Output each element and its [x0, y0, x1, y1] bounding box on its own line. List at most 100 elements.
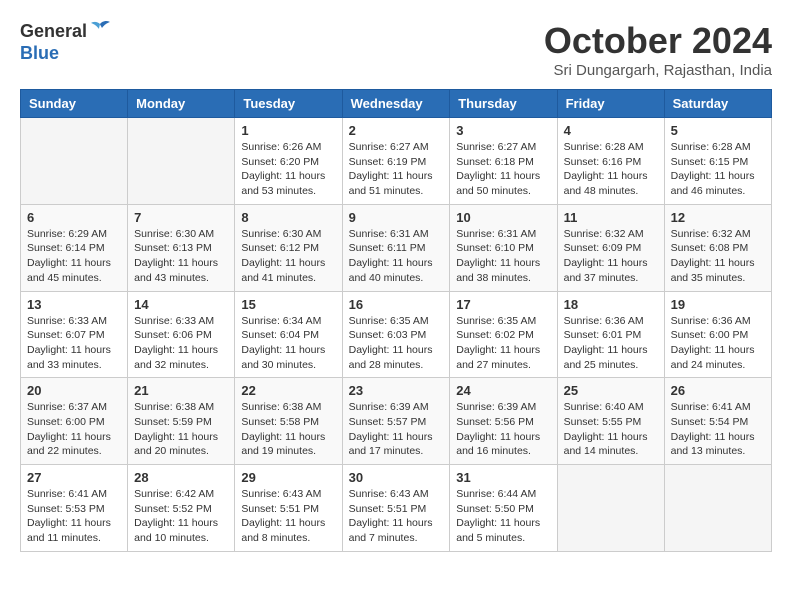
day-number: 16: [349, 297, 444, 312]
day-number: 15: [241, 297, 335, 312]
calendar-cell: 10 Sunrise: 6:31 AM Sunset: 6:10 PM Dayli…: [450, 204, 557, 291]
calendar-cell: 24 Sunrise: 6:39 AM Sunset: 5:56 PM Dayli…: [450, 378, 557, 465]
day-info: Sunrise: 6:43 AM Sunset: 5:51 PM Dayligh…: [241, 487, 335, 546]
day-info: Sunrise: 6:41 AM Sunset: 5:53 PM Dayligh…: [27, 487, 121, 546]
logo-bird-icon: [89, 20, 111, 43]
weekday-header-friday: Friday: [557, 90, 664, 118]
day-info: Sunrise: 6:44 AM Sunset: 5:50 PM Dayligh…: [456, 487, 550, 546]
calendar-cell: 7 Sunrise: 6:30 AM Sunset: 6:13 PM Daylig…: [128, 204, 235, 291]
page-header: General Blue October 2024 Sri Dungargarh…: [20, 20, 772, 79]
day-number: 24: [456, 383, 550, 398]
calendar-cell: 12 Sunrise: 6:32 AM Sunset: 6:08 PM Dayli…: [664, 204, 771, 291]
location: Sri Dungargarh, Rajasthan, India: [544, 62, 772, 79]
calendar-table: SundayMondayTuesdayWednesdayThursdayFrid…: [20, 89, 772, 552]
calendar-cell: 19 Sunrise: 6:36 AM Sunset: 6:00 PM Dayli…: [664, 291, 771, 378]
day-info: Sunrise: 6:30 AM Sunset: 6:12 PM Dayligh…: [241, 227, 335, 286]
day-number: 19: [671, 297, 765, 312]
day-info: Sunrise: 6:41 AM Sunset: 5:54 PM Dayligh…: [671, 400, 765, 459]
calendar-cell: [664, 465, 771, 552]
day-number: 27: [27, 470, 121, 485]
day-number: 25: [564, 383, 658, 398]
day-info: Sunrise: 6:30 AM Sunset: 6:13 PM Dayligh…: [134, 227, 228, 286]
calendar-cell: 18Sunrise: 6:36 AM Sunset: 6:01 PM Dayli…: [557, 291, 664, 378]
day-number: 7: [134, 210, 228, 225]
calendar-cell: 5Sunrise: 6:28 AM Sunset: 6:15 PM Daylig…: [664, 118, 771, 205]
calendar-cell: 29 Sunrise: 6:43 AM Sunset: 5:51 PM Dayli…: [235, 465, 342, 552]
calendar-cell: 9Sunrise: 6:31 AM Sunset: 6:11 PM Daylig…: [342, 204, 450, 291]
day-number: 1: [241, 123, 335, 138]
day-number: 4: [564, 123, 658, 138]
calendar-week-5: 27 Sunrise: 6:41 AM Sunset: 5:53 PM Dayli…: [21, 465, 772, 552]
calendar-cell: 3Sunrise: 6:27 AM Sunset: 6:18 PM Daylig…: [450, 118, 557, 205]
calendar-cell: 25 Sunrise: 6:40 AM Sunset: 5:55 PM Dayli…: [557, 378, 664, 465]
day-info: Sunrise: 6:28 AM Sunset: 6:16 PM Dayligh…: [564, 140, 658, 199]
day-info: Sunrise: 6:33 AM Sunset: 6:06 PM Dayligh…: [134, 314, 228, 373]
day-info: Sunrise: 6:39 AM Sunset: 5:56 PM Dayligh…: [456, 400, 550, 459]
day-number: 12: [671, 210, 765, 225]
calendar-cell: 4 Sunrise: 6:28 AM Sunset: 6:16 PM Daylig…: [557, 118, 664, 205]
day-number: 9: [349, 210, 444, 225]
day-number: 20: [27, 383, 121, 398]
weekday-header-tuesday: Tuesday: [235, 90, 342, 118]
day-info: Sunrise: 6:33 AM Sunset: 6:07 PM Dayligh…: [27, 314, 121, 373]
title-block: October 2024 Sri Dungargarh, Rajasthan, …: [544, 20, 772, 79]
weekday-header-wednesday: Wednesday: [342, 90, 450, 118]
calendar-cell: 31 Sunrise: 6:44 AM Sunset: 5:50 PM Dayli…: [450, 465, 557, 552]
month-title: October 2024: [544, 20, 772, 62]
calendar-cell: 22Sunrise: 6:38 AM Sunset: 5:58 PM Dayli…: [235, 378, 342, 465]
calendar-cell: 13Sunrise: 6:33 AM Sunset: 6:07 PM Dayli…: [21, 291, 128, 378]
calendar-cell: 21Sunrise: 6:38 AM Sunset: 5:59 PM Dayli…: [128, 378, 235, 465]
day-info: Sunrise: 6:31 AM Sunset: 6:10 PM Dayligh…: [456, 227, 550, 286]
calendar-cell: [128, 118, 235, 205]
day-number: 23: [349, 383, 444, 398]
calendar-week-3: 13Sunrise: 6:33 AM Sunset: 6:07 PM Dayli…: [21, 291, 772, 378]
weekday-header-monday: Monday: [128, 90, 235, 118]
day-info: Sunrise: 6:34 AM Sunset: 6:04 PM Dayligh…: [241, 314, 335, 373]
day-number: 18: [564, 297, 658, 312]
day-number: 17: [456, 297, 550, 312]
calendar-cell: 26Sunrise: 6:41 AM Sunset: 5:54 PM Dayli…: [664, 378, 771, 465]
calendar-cell: 30Sunrise: 6:43 AM Sunset: 5:51 PM Dayli…: [342, 465, 450, 552]
logo: General Blue: [20, 20, 111, 64]
day-number: 5: [671, 123, 765, 138]
calendar-cell: 6Sunrise: 6:29 AM Sunset: 6:14 PM Daylig…: [21, 204, 128, 291]
day-number: 29: [241, 470, 335, 485]
weekday-header-row: SundayMondayTuesdayWednesdayThursdayFrid…: [21, 90, 772, 118]
calendar-cell: 23 Sunrise: 6:39 AM Sunset: 5:57 PM Dayli…: [342, 378, 450, 465]
day-number: 14: [134, 297, 228, 312]
day-info: Sunrise: 6:35 AM Sunset: 6:03 PM Dayligh…: [349, 314, 444, 373]
calendar-cell: [557, 465, 664, 552]
day-number: 22: [241, 383, 335, 398]
day-number: 28: [134, 470, 228, 485]
calendar-cell: 27 Sunrise: 6:41 AM Sunset: 5:53 PM Dayli…: [21, 465, 128, 552]
day-info: Sunrise: 6:40 AM Sunset: 5:55 PM Dayligh…: [564, 400, 658, 459]
calendar-cell: 16 Sunrise: 6:35 AM Sunset: 6:03 PM Dayli…: [342, 291, 450, 378]
logo-general-text: General: [20, 21, 87, 42]
calendar-cell: 28 Sunrise: 6:42 AM Sunset: 5:52 PM Dayli…: [128, 465, 235, 552]
day-info: Sunrise: 6:32 AM Sunset: 6:09 PM Dayligh…: [564, 227, 658, 286]
day-info: Sunrise: 6:26 AM Sunset: 6:20 PM Dayligh…: [241, 140, 335, 199]
day-number: 3: [456, 123, 550, 138]
weekday-header-saturday: Saturday: [664, 90, 771, 118]
weekday-header-sunday: Sunday: [21, 90, 128, 118]
day-info: Sunrise: 6:36 AM Sunset: 6:00 PM Dayligh…: [671, 314, 765, 373]
calendar-week-2: 6Sunrise: 6:29 AM Sunset: 6:14 PM Daylig…: [21, 204, 772, 291]
day-info: Sunrise: 6:37 AM Sunset: 6:00 PM Dayligh…: [27, 400, 121, 459]
day-number: 8: [241, 210, 335, 225]
day-info: Sunrise: 6:42 AM Sunset: 5:52 PM Dayligh…: [134, 487, 228, 546]
calendar-cell: 2Sunrise: 6:27 AM Sunset: 6:19 PM Daylig…: [342, 118, 450, 205]
day-number: 21: [134, 383, 228, 398]
calendar-cell: 15 Sunrise: 6:34 AM Sunset: 6:04 PM Dayli…: [235, 291, 342, 378]
day-info: Sunrise: 6:32 AM Sunset: 6:08 PM Dayligh…: [671, 227, 765, 286]
day-number: 30: [349, 470, 444, 485]
day-info: Sunrise: 6:35 AM Sunset: 6:02 PM Dayligh…: [456, 314, 550, 373]
calendar-week-1: 1 Sunrise: 6:26 AM Sunset: 6:20 PM Daylig…: [21, 118, 772, 205]
day-info: Sunrise: 6:39 AM Sunset: 5:57 PM Dayligh…: [349, 400, 444, 459]
logo-blue-text: Blue: [20, 43, 59, 64]
weekday-header-thursday: Thursday: [450, 90, 557, 118]
calendar-cell: 14 Sunrise: 6:33 AM Sunset: 6:06 PM Dayli…: [128, 291, 235, 378]
day-number: 31: [456, 470, 550, 485]
day-number: 10: [456, 210, 550, 225]
day-number: 6: [27, 210, 121, 225]
calendar-week-4: 20 Sunrise: 6:37 AM Sunset: 6:00 PM Dayli…: [21, 378, 772, 465]
